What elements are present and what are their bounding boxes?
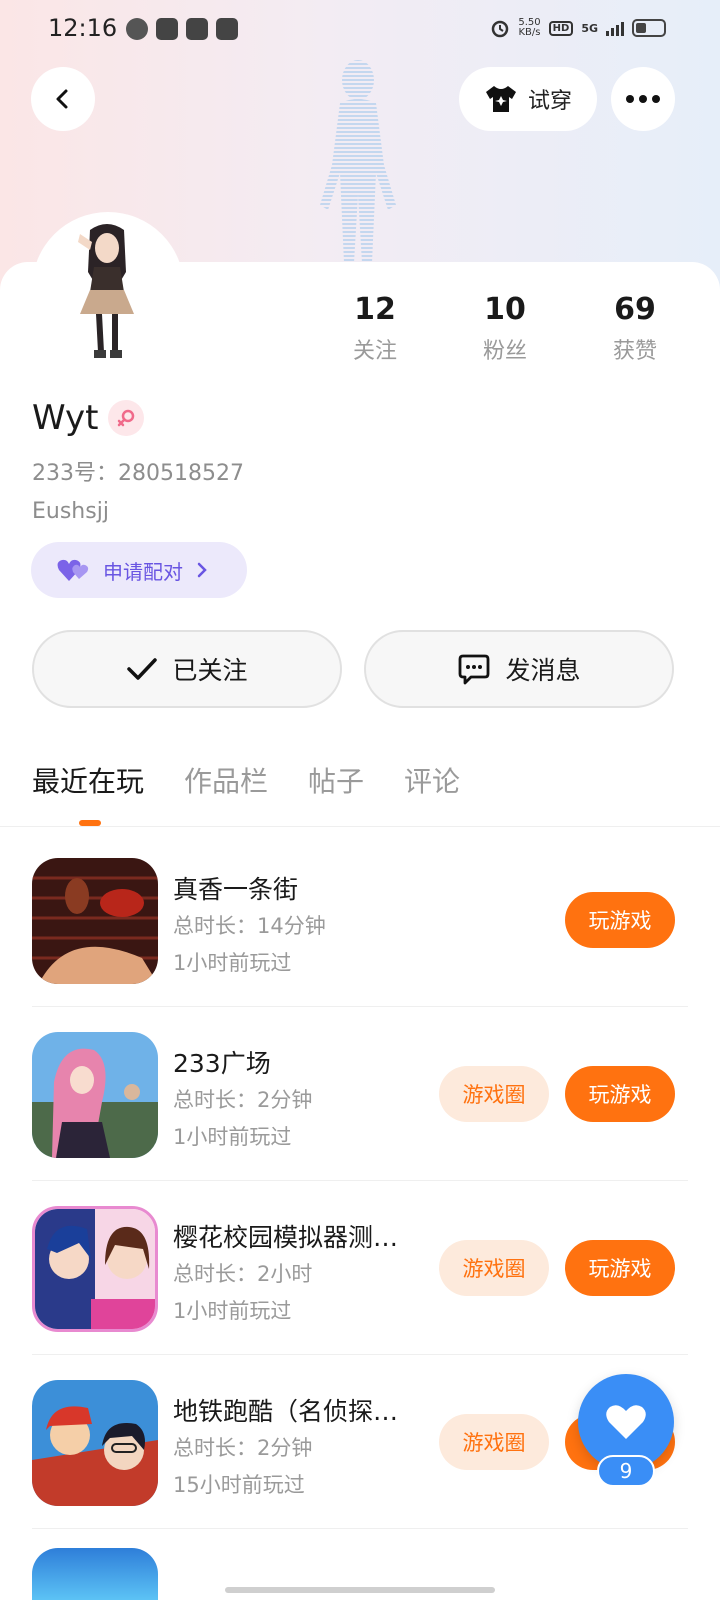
- row-divider: [32, 1528, 688, 1529]
- notification-icons: [126, 18, 238, 40]
- tshirt-icon: [485, 86, 516, 112]
- heart-icon: [606, 1405, 646, 1439]
- net-speed-unit: KB/s: [518, 27, 541, 38]
- stat-label: 关注: [352, 339, 397, 364]
- profile-tabs: 最近在玩 作品栏 帖子 评论: [32, 760, 460, 800]
- tab-recently-played[interactable]: 最近在玩: [32, 760, 144, 800]
- game-row[interactable]: 真香一条街 总时长：14分钟 1小时前玩过 玩游戏: [32, 828, 688, 1002]
- try-on-button[interactable]: 试穿: [459, 67, 597, 131]
- back-button[interactable]: [31, 67, 95, 131]
- try-on-label: 试穿: [527, 89, 572, 114]
- play-game-button[interactable]: 玩游戏: [565, 1240, 675, 1296]
- pair-hearts-icon: [57, 559, 89, 581]
- net-speed: 5.50 KB/s: [518, 18, 540, 38]
- chevron-right-icon: [197, 562, 207, 578]
- game-icon: [32, 1380, 158, 1506]
- video-icon: [216, 18, 238, 40]
- play-game-button[interactable]: 玩游戏: [565, 1066, 675, 1122]
- username: Wyt: [32, 398, 99, 438]
- stat-value: 10: [484, 292, 526, 327]
- game-name: 233广场: [173, 1049, 271, 1078]
- signal-label: 5G: [581, 21, 598, 35]
- game-name: 真香一条街: [173, 875, 299, 904]
- game-circle-button[interactable]: 游戏圈: [439, 1240, 549, 1296]
- avatar-character-image: [78, 224, 134, 358]
- game-last-played: 1小时前玩过: [173, 1299, 292, 1323]
- avatar[interactable]: [32, 212, 184, 364]
- chat-bubble-icon: [459, 654, 490, 685]
- like-count-badge: 9: [597, 1455, 655, 1487]
- stat-label: 粉丝: [482, 339, 527, 364]
- game-name: 地铁跑酷（名侦探…: [173, 1397, 399, 1426]
- app-icon: [186, 18, 208, 40]
- pair-label: 申请配对: [103, 559, 183, 584]
- avatar-silhouette-figure: [320, 60, 396, 263]
- game-duration: 总时长：2小时: [173, 1262, 313, 1286]
- stat-value: 69: [614, 292, 656, 327]
- game-icon: [32, 1206, 158, 1332]
- hd-badge: HD: [548, 20, 574, 36]
- back-arrow-icon: [56, 89, 68, 109]
- send-message-label: 发消息: [505, 656, 581, 685]
- status-time: 12:16: [48, 14, 118, 42]
- send-message-button[interactable]: 发消息: [364, 630, 674, 708]
- status-right: 5.50 KB/s HD 5G: [490, 18, 666, 38]
- game-last-played: 1小时前玩过: [173, 1125, 292, 1149]
- mail-icon: [156, 18, 178, 40]
- alarm-icon: [492, 20, 509, 38]
- game-duration: 总时长：2分钟: [173, 1088, 313, 1112]
- game-last-played: 15小时前玩过: [173, 1473, 305, 1497]
- wechat-icon: [126, 18, 148, 40]
- more-dots-icon: [626, 95, 660, 103]
- battery-icon: [632, 19, 666, 37]
- stat-label: 获赞: [612, 339, 657, 364]
- game-icon: [32, 858, 158, 984]
- following-label: 已关注: [172, 656, 248, 685]
- game-circle-button[interactable]: 游戏圈: [439, 1414, 549, 1470]
- play-game-button[interactable]: 玩游戏: [565, 892, 675, 948]
- signal-icon: [606, 20, 624, 36]
- game-icon: [32, 1548, 158, 1600]
- female-gender-icon: [108, 400, 144, 436]
- profile-stats: 12 关注 10 粉丝 69 获赞: [310, 292, 700, 365]
- tab-works[interactable]: 作品栏: [184, 760, 268, 800]
- stat-following[interactable]: 12 关注: [310, 292, 440, 365]
- home-indicator: [225, 1587, 495, 1593]
- game-duration: 总时长：2分钟: [173, 1436, 313, 1460]
- game-row[interactable]: 233广场 总时长：2分钟 1小时前玩过 游戏圈 玩游戏: [32, 1002, 688, 1176]
- status-bar: 12:16 5.50 KB/s HD 5G: [0, 12, 720, 44]
- user-id: 233号：280518527: [32, 461, 244, 486]
- game-row[interactable]: 樱花校园模拟器测… 总时长：2小时 1小时前玩过 游戏圈 玩游戏: [32, 1176, 688, 1350]
- tab-posts[interactable]: 帖子: [308, 760, 364, 800]
- game-icon: [32, 1032, 158, 1158]
- user-bio: Eushsjj: [32, 499, 109, 524]
- checkmark-icon: [127, 658, 158, 680]
- stat-likes[interactable]: 69 获赞: [570, 292, 700, 365]
- request-pairing-button[interactable]: 申请配对: [31, 542, 247, 598]
- following-button[interactable]: 已关注: [32, 630, 342, 708]
- more-options-button[interactable]: [611, 67, 675, 131]
- stat-value: 12: [354, 292, 396, 327]
- stat-followers[interactable]: 10 粉丝: [440, 292, 570, 365]
- game-duration: 总时长：14分钟: [173, 914, 326, 938]
- tab-comments[interactable]: 评论: [404, 760, 460, 800]
- game-circle-button[interactable]: 游戏圈: [439, 1066, 549, 1122]
- tabs-divider: [0, 826, 720, 827]
- game-name: 樱花校园模拟器测…: [173, 1223, 399, 1252]
- game-last-played: 1小时前玩过: [173, 951, 292, 975]
